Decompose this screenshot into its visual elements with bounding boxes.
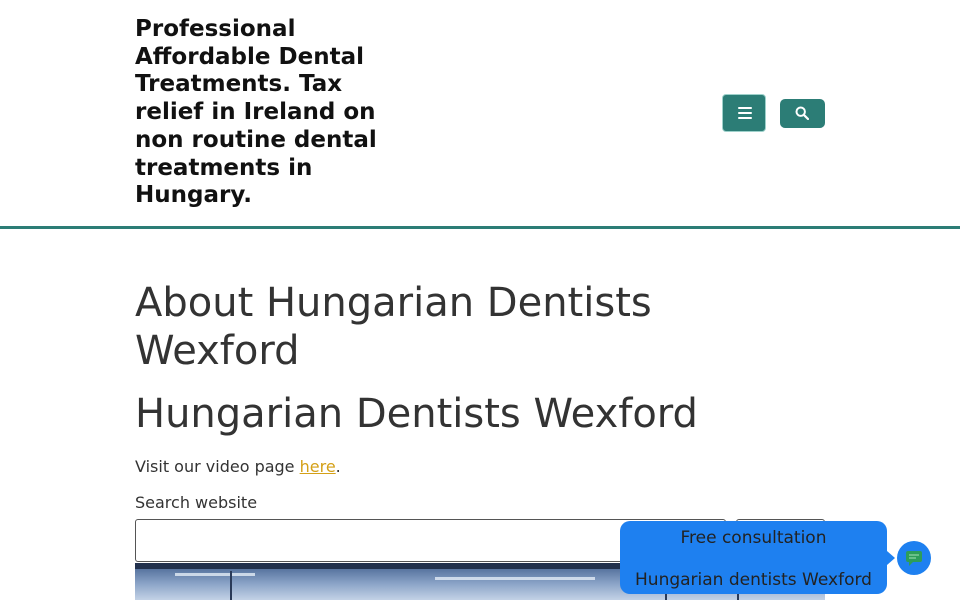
free-consultation-chat-bubble[interactable]: Free consultation Hungarian dentists Wex… (620, 521, 895, 594)
menu-toggle-button[interactable] (722, 94, 766, 132)
video-page-text: Visit our video page here. (135, 456, 341, 478)
search-toggle-button[interactable] (780, 99, 825, 128)
page-subtitle: Hungarian Dentists Wexford (135, 391, 698, 437)
chat-bubble-subtitle: Hungarian dentists Wexford (635, 570, 872, 590)
chat-launcher-button[interactable] (897, 541, 931, 575)
site-title[interactable]: Professional Affordable Dental Treatment… (135, 16, 395, 210)
chat-message-icon (906, 551, 922, 566)
video-page-link[interactable]: here (300, 457, 336, 476)
magnifier-icon (795, 106, 809, 120)
hamburger-icon (738, 107, 752, 119)
video-text-prefix: Visit our video page (135, 457, 300, 476)
page-title: About Hungarian Dentists Wexford (135, 280, 652, 374)
video-text-suffix: . (335, 457, 341, 476)
search-website-label: Search website (135, 493, 258, 512)
chat-bubble-title: Free consultation (680, 528, 827, 548)
site-header: Professional Affordable Dental Treatment… (0, 0, 960, 229)
